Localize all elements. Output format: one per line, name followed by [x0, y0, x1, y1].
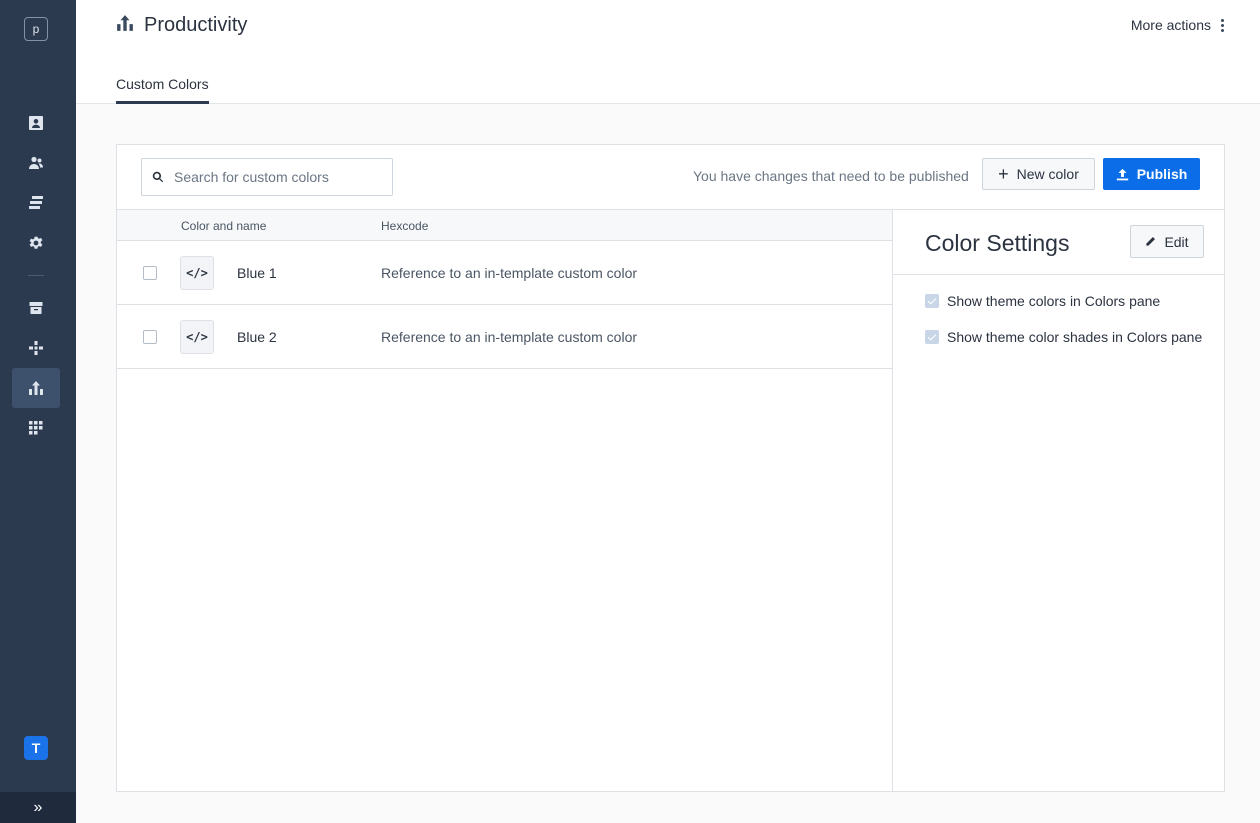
archive-icon	[29, 302, 43, 314]
cross-shape-icon	[29, 341, 43, 355]
expand-sidebar-button[interactable]: »	[0, 792, 76, 823]
check-icon	[927, 298, 937, 305]
settings-header: Color Settings Edit	[893, 210, 1224, 275]
productivity-icon	[29, 381, 43, 395]
color-hexcode: Reference to an in-template custom color	[381, 329, 638, 345]
option-theme-colors: Show theme colors in Colors pane	[925, 293, 1160, 309]
custom-colors-table: Color and name Hexcode </> Blue 1 Refere…	[117, 210, 893, 791]
sidebar-item-grid[interactable]	[12, 408, 60, 448]
sidebar-item-archive[interactable]	[12, 288, 60, 328]
column-header-color-name[interactable]: Color and name	[181, 219, 266, 233]
toolbar: You have changes that need to be publish…	[117, 145, 1224, 210]
sidebar-divider	[28, 275, 44, 276]
table-row[interactable]: </> Blue 1 Reference to an in-template c…	[117, 241, 892, 305]
more-actions-label: More actions	[1130, 17, 1211, 33]
option-theme-color-shades: Show theme color shades in Colors pane	[925, 329, 1202, 345]
checkbox-checked[interactable]	[925, 330, 939, 344]
row-checkbox[interactable]	[143, 266, 157, 280]
tab-custom-colors[interactable]: Custom Colors	[116, 76, 209, 104]
color-name: Blue 2	[237, 329, 277, 345]
settings-title: Color Settings	[925, 230, 1070, 256]
sidebar-item-cross[interactable]	[12, 328, 60, 368]
code-icon: </>	[180, 320, 214, 354]
grid-icon	[29, 421, 43, 435]
custom-colors-card: You have changes that need to be publish…	[116, 144, 1225, 792]
search-input[interactable]	[174, 169, 384, 185]
new-color-button[interactable]: + New color	[982, 158, 1095, 190]
kebab-icon	[1221, 18, 1224, 32]
edit-button[interactable]: Edit	[1130, 225, 1204, 258]
gear-icon	[29, 236, 43, 249]
more-actions-button[interactable]: More actions	[1131, 17, 1224, 33]
sidebar-item-users[interactable]	[12, 143, 60, 183]
unpublished-changes-note: You have changes that need to be publish…	[693, 168, 969, 184]
pencil-icon	[1146, 237, 1156, 246]
column-header-hexcode[interactable]: Hexcode	[381, 219, 428, 233]
search-box[interactable]	[141, 158, 393, 196]
publish-label: Publish	[1136, 166, 1188, 182]
productivity-icon	[116, 14, 134, 37]
contacts-icon	[29, 116, 43, 130]
sidebar-item-layers[interactable]	[12, 183, 60, 223]
check-icon	[927, 334, 937, 341]
page-title: Productivity	[144, 14, 248, 36]
sidebar-item-productivity[interactable]	[12, 368, 60, 408]
option-label: Show theme color shades in Colors pane	[947, 329, 1203, 345]
publish-button[interactable]: Publish	[1103, 158, 1200, 190]
new-color-label: New color	[1016, 166, 1079, 182]
plus-icon: +	[998, 164, 1009, 184]
layers-icon	[29, 196, 43, 209]
page-header: Productivity More actions Custom Colors	[76, 0, 1260, 104]
table-row[interactable]: </> Blue 2 Reference to an in-template c…	[117, 305, 892, 369]
code-icon: </>	[180, 256, 214, 290]
color-name: Blue 1	[237, 265, 277, 281]
row-checkbox[interactable]	[143, 330, 157, 344]
title-group: Productivity	[116, 14, 247, 37]
table-header: Color and name Hexcode	[117, 210, 892, 241]
option-label: Show theme colors in Colors pane	[947, 293, 1161, 309]
sidebar-item-settings[interactable]	[12, 223, 60, 263]
sidebar-item-contacts[interactable]	[12, 103, 60, 143]
search-icon	[152, 171, 164, 183]
brand-logo[interactable]: T	[24, 736, 48, 760]
app-logo[interactable]: p	[24, 17, 48, 41]
color-settings-panel: Color Settings Edit Show theme colors in…	[893, 210, 1224, 791]
color-hexcode: Reference to an in-template custom color	[381, 265, 638, 281]
users-icon	[29, 156, 43, 169]
upload-icon	[1116, 168, 1128, 180]
edit-label: Edit	[1164, 233, 1189, 250]
sidebar: p T »	[0, 0, 76, 823]
checkbox-checked[interactable]	[925, 294, 939, 308]
